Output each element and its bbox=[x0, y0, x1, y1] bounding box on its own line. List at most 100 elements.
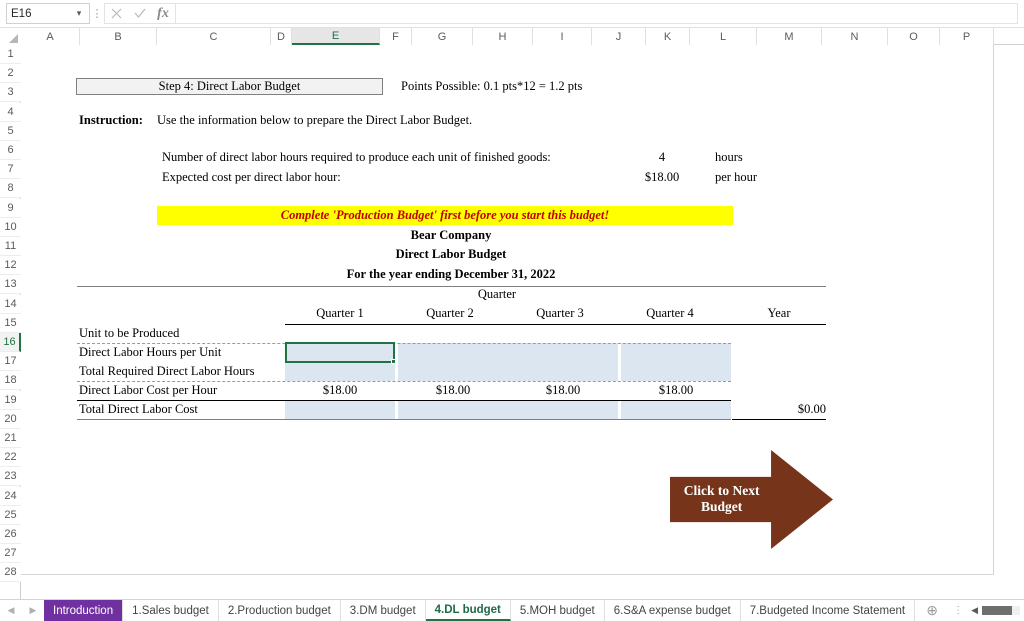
column-header-A[interactable]: A bbox=[21, 28, 80, 45]
worksheet-canvas[interactable]: Step 4: Direct Labor Budget Points Possi… bbox=[21, 45, 994, 599]
more-vertical-icon[interactable]: ⋮ bbox=[90, 3, 104, 24]
column-header-H[interactable]: H bbox=[473, 28, 533, 45]
column-header-G[interactable]: G bbox=[412, 28, 473, 45]
row-header-24[interactable]: 24 bbox=[0, 487, 21, 506]
row-header-27[interactable]: 27 bbox=[0, 544, 21, 563]
column-header-E[interactable]: E bbox=[292, 28, 380, 45]
input-cell-r19-q3[interactable] bbox=[508, 400, 618, 419]
table-header-rule bbox=[285, 324, 826, 325]
row-header-1[interactable]: 1 bbox=[0, 45, 21, 64]
row-header-2[interactable]: 2 bbox=[0, 64, 21, 83]
scrollbar-thumb[interactable] bbox=[981, 606, 1012, 615]
row-header-16[interactable]: 16 bbox=[0, 333, 21, 352]
row-header-12[interactable]: 12 bbox=[0, 256, 21, 275]
table-group-header: Quarter bbox=[477, 287, 517, 301]
sheet-tab-7-budgeted-income-statement[interactable]: 7.Budgeted Income Statement bbox=[740, 600, 916, 621]
sheet-tab-1-sales-budget[interactable]: 1.Sales budget bbox=[123, 600, 219, 621]
column-header-O[interactable]: O bbox=[888, 28, 940, 45]
row-header-8[interactable]: 8 bbox=[0, 179, 21, 198]
column-header-J[interactable]: J bbox=[592, 28, 646, 45]
sheet-tab-bar: ◀ ▶ Introduction 1.Sales budget 2.Producti… bbox=[0, 599, 1024, 621]
input-cell-r16-q1[interactable] bbox=[285, 343, 395, 362]
input-cell-r17-q2[interactable] bbox=[398, 362, 508, 381]
enter-check-icon[interactable] bbox=[128, 4, 151, 23]
scrollbar-track[interactable] bbox=[981, 606, 1020, 615]
input-cell-r17-q1[interactable] bbox=[285, 362, 395, 381]
row-header-20[interactable]: 20 bbox=[0, 410, 21, 429]
column-header-N[interactable]: N bbox=[822, 28, 888, 45]
row-header-19[interactable]: 19 bbox=[0, 391, 21, 410]
column-header-I[interactable]: I bbox=[533, 28, 592, 45]
row-header-26[interactable]: 26 bbox=[0, 525, 21, 544]
sheet-tab-label: 2.Production budget bbox=[227, 604, 331, 617]
row-header-9[interactable]: 9 bbox=[0, 199, 21, 218]
table-col-header-2: Quarter 3 bbox=[536, 306, 584, 320]
column-header-P[interactable]: P bbox=[940, 28, 994, 45]
row-header-10[interactable]: 10 bbox=[0, 218, 21, 237]
add-sheet-button[interactable]: ⊕ bbox=[915, 600, 949, 621]
row-header-23[interactable]: 23 bbox=[0, 467, 21, 486]
select-all-corner[interactable] bbox=[0, 28, 21, 45]
tab-navigation: ◀ ▶ bbox=[0, 600, 44, 621]
warning-banner: Complete 'Production Budget' first befor… bbox=[157, 206, 733, 225]
sheet-tab-6-s-a-expense-budget[interactable]: 6.S&A expense budget bbox=[604, 600, 741, 621]
table-row-label-2: Total Required Direct Labor Hours bbox=[79, 364, 255, 378]
cancel-x-icon[interactable] bbox=[105, 4, 128, 23]
input-cell-r19-q1[interactable] bbox=[285, 400, 395, 419]
formula-input[interactable] bbox=[175, 3, 1018, 24]
column-header-D[interactable]: D bbox=[271, 28, 292, 45]
column-header-B[interactable]: B bbox=[80, 28, 157, 45]
row-header-6[interactable]: 6 bbox=[0, 141, 21, 160]
input-cell-r17-q3[interactable] bbox=[508, 362, 618, 381]
horizontal-scrollbar[interactable]: ◀ bbox=[967, 600, 1024, 621]
sheet-tab-2-production-budget[interactable]: 2.Production budget bbox=[218, 600, 341, 621]
input-cell-r16-q2[interactable] bbox=[398, 343, 508, 362]
step-title-box: Step 4: Direct Labor Budget bbox=[76, 78, 383, 95]
chevron-right-icon[interactable]: ▶ bbox=[28, 605, 38, 616]
row-header-13[interactable]: 13 bbox=[0, 275, 21, 294]
sheet-tab-4-dl-budget[interactable]: 4.DL budget bbox=[425, 600, 511, 621]
table-rule-above-total bbox=[77, 400, 731, 401]
row-header-22[interactable]: 22 bbox=[0, 448, 21, 467]
table-row-label-1: Direct Labor Hours per Unit bbox=[79, 345, 222, 359]
row-header-21[interactable]: 21 bbox=[0, 429, 21, 448]
chevron-down-icon[interactable]: ▾ bbox=[73, 8, 85, 19]
insert-function-icon[interactable]: fx bbox=[151, 4, 175, 23]
row-header-17[interactable]: 17 bbox=[0, 352, 21, 371]
row-header-4[interactable]: 4 bbox=[0, 103, 21, 122]
row-header-column: 1 2 3 4 5 6 7 8 9 10 11 12 13 14 15 16 17 18 19 20 21 22 23 24 2… bbox=[0, 45, 21, 599]
sheet-tab-5-moh-budget[interactable]: 5.MOH budget bbox=[510, 600, 605, 621]
row-header-25[interactable]: 25 bbox=[0, 506, 21, 525]
row-header-15[interactable]: 15 bbox=[0, 314, 21, 333]
sheet-tab-3-dm-budget[interactable]: 3.DM budget bbox=[340, 600, 426, 621]
scroll-left-icon[interactable]: ◀ bbox=[967, 605, 982, 616]
sheet-tab-label: 5.MOH budget bbox=[519, 604, 595, 617]
input-cell-r16-q3[interactable] bbox=[508, 343, 618, 362]
row-header-18[interactable]: 18 bbox=[0, 371, 21, 390]
sheet-tab-label: Introduction bbox=[53, 604, 114, 617]
click-to-next-budget-button[interactable]: Click to Next Budget bbox=[670, 448, 833, 551]
more-vertical-icon[interactable]: ⋮ bbox=[949, 600, 967, 621]
table-cell-r18-q1: $18.00 bbox=[322, 383, 358, 397]
row-header-14[interactable]: 14 bbox=[0, 295, 21, 314]
assumption-value-1: $18.00 bbox=[644, 170, 680, 184]
column-header-K[interactable]: K bbox=[646, 28, 690, 45]
fill-handle[interactable] bbox=[391, 359, 396, 364]
row-header-28[interactable]: 28 bbox=[0, 563, 21, 582]
column-header-M[interactable]: M bbox=[757, 28, 822, 45]
row-header-5[interactable]: 5 bbox=[0, 122, 21, 141]
row-header-7[interactable]: 7 bbox=[0, 160, 21, 179]
input-cell-r19-q4[interactable] bbox=[621, 400, 731, 419]
chevron-left-icon[interactable]: ◀ bbox=[6, 605, 16, 616]
sheet-tab-introduction[interactable]: Introduction bbox=[44, 600, 124, 621]
row-header-11[interactable]: 11 bbox=[0, 237, 21, 256]
table-row-label-3: Direct Labor Cost per Hour bbox=[79, 383, 218, 397]
column-header-F[interactable]: F bbox=[380, 28, 412, 45]
input-cell-r17-q4[interactable] bbox=[621, 362, 731, 381]
name-box[interactable]: E16 ▾ bbox=[6, 3, 90, 24]
input-cell-r19-q2[interactable] bbox=[398, 400, 508, 419]
row-header-3[interactable]: 3 bbox=[0, 83, 21, 102]
column-header-L[interactable]: L bbox=[690, 28, 757, 45]
input-cell-r16-q4[interactable] bbox=[621, 343, 731, 362]
column-header-C[interactable]: C bbox=[157, 28, 271, 45]
